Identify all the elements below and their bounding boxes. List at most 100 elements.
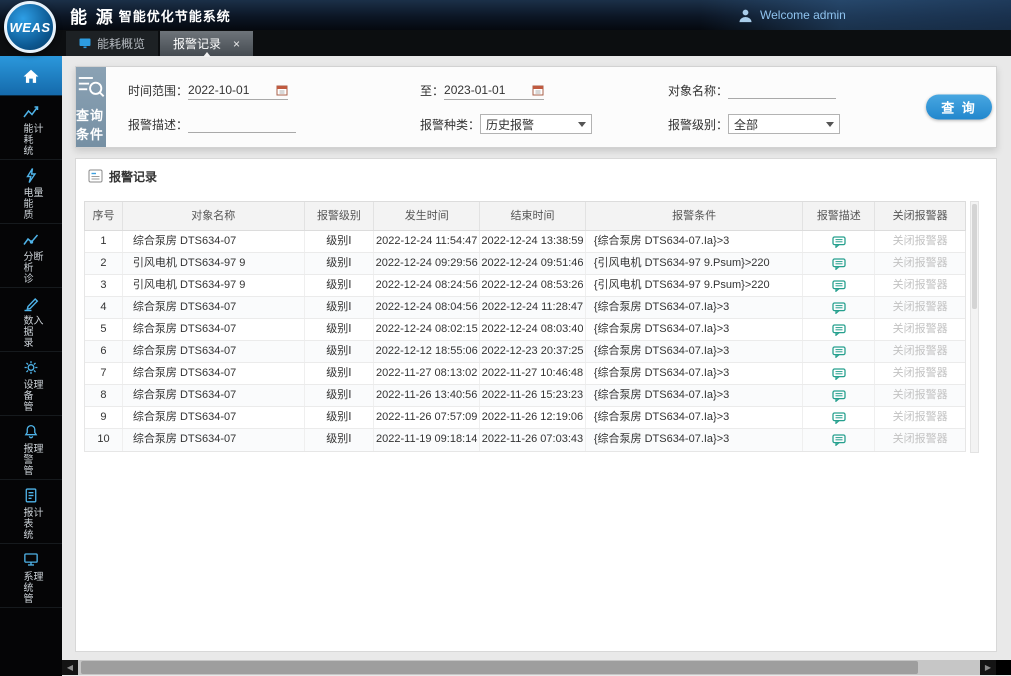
welcome-text: Welcome admin bbox=[760, 8, 846, 22]
close-alarm-action[interactable]: 关闭报警器 bbox=[875, 407, 965, 428]
message-icon bbox=[832, 389, 846, 402]
table-row: 10 综合泵房 DTS634-07 级别Ⅰ 2022-11-19 09:18:1… bbox=[85, 429, 965, 451]
cell-start: 2022-12-12 18:55:06 bbox=[374, 341, 481, 362]
close-alarm-action[interactable]: 关闭报警器 bbox=[875, 297, 965, 318]
cell-level: 级别Ⅰ bbox=[305, 385, 375, 406]
scrollbar-corner bbox=[996, 660, 1011, 675]
message-icon bbox=[832, 323, 846, 336]
alarm-desc-button[interactable] bbox=[803, 231, 876, 252]
alarm-desc-button[interactable] bbox=[803, 385, 876, 406]
tab-energy-overview[interactable]: 能耗概览 bbox=[66, 31, 159, 56]
cell-end: 2022-12-24 08:03:40 bbox=[480, 319, 586, 340]
calendar-icon[interactable] bbox=[276, 84, 288, 96]
tab-alarm-records[interactable]: 报警记录 × bbox=[160, 31, 254, 56]
cell-level: 级别Ⅰ bbox=[305, 275, 375, 296]
cell-condition: {引风电机 DTS634-97 9.Psum}>220 bbox=[586, 253, 804, 274]
table-row: 4 综合泵房 DTS634-07 级别Ⅰ 2022-12-24 08:04:56… bbox=[85, 297, 965, 319]
alarm-desc-button[interactable] bbox=[803, 297, 876, 318]
date-from-input[interactable] bbox=[188, 82, 277, 97]
scroll-right-button[interactable]: ▶ bbox=[980, 660, 996, 675]
lightning-icon bbox=[22, 167, 40, 184]
alarm-level-value: 全部 bbox=[734, 117, 759, 132]
sidebar-item-data-entry[interactable]: 数据录入 bbox=[0, 288, 62, 352]
cell-object: 引风电机 DTS634-97 9 bbox=[123, 253, 305, 274]
trend-chart-icon bbox=[22, 103, 40, 120]
alarm-desc-input[interactable] bbox=[188, 115, 297, 133]
sidebar-item-label: 数据录入 bbox=[21, 315, 42, 348]
scrollbar-thumb[interactable] bbox=[81, 661, 918, 674]
alarm-desc-button[interactable] bbox=[803, 429, 876, 451]
cell-start: 2022-11-26 13:40:56 bbox=[374, 385, 481, 406]
sidebar-item-analysis[interactable]: 分析诊断 bbox=[0, 224, 62, 288]
system-monitor-icon bbox=[22, 551, 40, 568]
horizontal-scrollbar[interactable]: ◀ ▶ bbox=[62, 660, 1011, 675]
query-form-row-1: 时间范围： 至： bbox=[128, 79, 900, 101]
sidebar-item-energy-stats[interactable]: 能耗统计 bbox=[0, 96, 62, 160]
table-row: 7 综合泵房 DTS634-07 级别Ⅰ 2022-11-27 08:13:02… bbox=[85, 363, 965, 385]
calendar-icon[interactable] bbox=[532, 84, 544, 96]
table-scrollbar-thumb[interactable] bbox=[972, 204, 977, 309]
sidebar-item-device-mgmt[interactable]: 设备管理 bbox=[0, 352, 62, 416]
sidebar-item-system-mgmt[interactable]: 系统管理 bbox=[0, 544, 62, 608]
cell-start: 2022-12-24 08:04:56 bbox=[374, 297, 481, 318]
sidebar-item-home[interactable] bbox=[0, 56, 62, 96]
object-name-input[interactable] bbox=[728, 81, 837, 99]
alarm-records-panel: 报警记录 序号 对象名称 报警级别 发生时间 结束时间 报警条件 报警描述 关闭… bbox=[75, 158, 997, 652]
message-icon bbox=[832, 257, 846, 270]
close-alarm-action[interactable]: 关闭报警器 bbox=[875, 429, 965, 451]
object-name-group: 对象名称： bbox=[668, 81, 900, 99]
query-form-row-2: 报警描述： 报警种类： 历史报警 报警级别： 全部 bbox=[128, 113, 900, 135]
sidebar: 能耗统计 电能质量 分析诊断 数据录入 设备管理 报警管理 报表统计 系统管理 bbox=[0, 56, 62, 676]
query-conditions-box: 查询条件 bbox=[76, 67, 106, 147]
alarm-level-select[interactable]: 全部 bbox=[728, 114, 841, 134]
cell-condition: {综合泵房 DTS634-07.Ia}>3 bbox=[586, 319, 804, 340]
brand-logo: WEAS bbox=[4, 1, 56, 53]
date-to-input[interactable] bbox=[444, 82, 533, 97]
cell-no: 2 bbox=[85, 253, 123, 274]
pencil-icon bbox=[22, 295, 40, 312]
table-row: 6 综合泵房 DTS634-07 级别Ⅰ 2022-12-12 18:55:06… bbox=[85, 341, 965, 363]
col-header-start: 发生时间 bbox=[374, 202, 481, 230]
close-alarm-action[interactable]: 关闭报警器 bbox=[875, 319, 965, 340]
close-alarm-action[interactable]: 关闭报警器 bbox=[875, 253, 965, 274]
cell-level: 级别Ⅰ bbox=[305, 297, 375, 318]
close-alarm-action[interactable]: 关闭报警器 bbox=[875, 275, 965, 296]
alarm-desc-button[interactable] bbox=[803, 319, 876, 340]
sidebar-item-power-quality[interactable]: 电能质量 bbox=[0, 160, 62, 224]
cell-object: 综合泵房 DTS634-07 bbox=[123, 297, 305, 318]
sidebar-item-report-stats[interactable]: 报表统计 bbox=[0, 480, 62, 544]
time-to-group: 至： bbox=[420, 81, 668, 100]
col-header-level: 报警级别 bbox=[305, 202, 375, 230]
close-alarm-action[interactable]: 关闭报警器 bbox=[875, 363, 965, 384]
scroll-left-button[interactable]: ◀ bbox=[62, 660, 78, 675]
search-button[interactable]: 查 询 bbox=[926, 94, 992, 120]
alarm-type-select[interactable]: 历史报警 bbox=[480, 114, 593, 134]
close-alarm-action[interactable]: 关闭报警器 bbox=[875, 231, 965, 252]
cell-end: 2022-11-26 12:19:06 bbox=[480, 407, 586, 428]
alarm-desc-button[interactable] bbox=[803, 407, 876, 428]
cell-end: 2022-11-26 07:03:43 bbox=[480, 429, 586, 451]
alarm-desc-button[interactable] bbox=[803, 363, 876, 384]
tab-close-icon[interactable]: × bbox=[233, 38, 240, 50]
user-icon bbox=[738, 8, 753, 23]
alarm-desc-button[interactable] bbox=[803, 275, 876, 296]
date-to-field[interactable] bbox=[444, 81, 545, 100]
date-from-field[interactable] bbox=[188, 81, 289, 100]
col-header-object: 对象名称 bbox=[123, 202, 305, 230]
cell-object: 综合泵房 DTS634-07 bbox=[123, 231, 305, 252]
sidebar-item-alarm-mgmt[interactable]: 报警管理 bbox=[0, 416, 62, 480]
cell-no: 10 bbox=[85, 429, 123, 451]
table-vertical-scrollbar[interactable] bbox=[970, 201, 979, 453]
col-header-close: 关闭报警器 bbox=[892, 210, 948, 222]
cell-no: 3 bbox=[85, 275, 123, 296]
close-alarm-action[interactable]: 关闭报警器 bbox=[875, 385, 965, 406]
alarm-desc-button[interactable] bbox=[803, 341, 876, 362]
scrollbar-track[interactable] bbox=[78, 660, 980, 675]
cell-level: 级别Ⅰ bbox=[305, 253, 375, 274]
message-icon bbox=[832, 235, 846, 248]
col-header-condition: 报警条件 bbox=[586, 202, 804, 230]
top-bar: 能 源 智能优化节能系统 Welcome admin bbox=[0, 0, 1011, 30]
close-alarm-action[interactable]: 关闭报警器 bbox=[875, 341, 965, 362]
welcome-user[interactable]: Welcome admin bbox=[738, 0, 846, 30]
alarm-desc-button[interactable] bbox=[803, 253, 876, 274]
